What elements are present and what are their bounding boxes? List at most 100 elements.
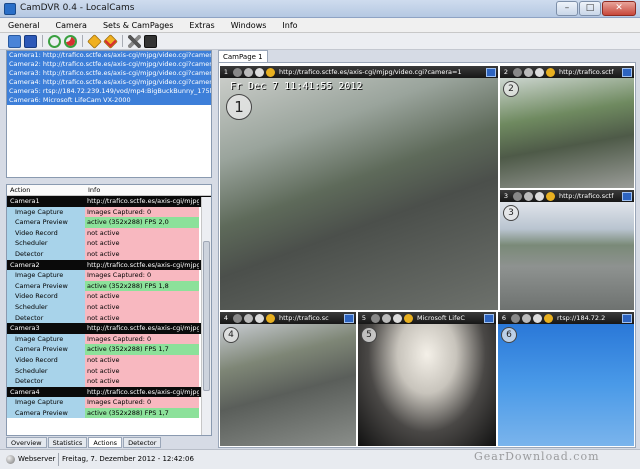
- menu-general[interactable]: General: [0, 18, 48, 32]
- view-settings-icon[interactable]: [622, 67, 632, 77]
- record-icon[interactable]: [513, 191, 522, 201]
- action-row[interactable]: Image Capture Images Captured: 0: [7, 270, 211, 281]
- camera-list-item[interactable]: Camera6: Microsoft LifeCam VX-2000: [7, 96, 211, 105]
- action-row[interactable]: Camera Preview active (352x288) FPS 1,7: [7, 407, 211, 419]
- view-badge: 6: [501, 327, 517, 343]
- camera-icon[interactable]: [382, 313, 391, 323]
- view-header: 3 http://trafico.sctf: [500, 190, 634, 202]
- action-row[interactable]: Scheduler not active: [7, 238, 211, 249]
- camera-feed-image: [220, 324, 356, 446]
- refresh-icon[interactable]: [533, 313, 542, 323]
- camera-icon[interactable]: [524, 67, 533, 77]
- warning-icon[interactable]: [87, 33, 102, 49]
- refresh-stop-icon[interactable]: [64, 34, 77, 48]
- warning-icon[interactable]: [404, 313, 413, 323]
- warning-stop-icon[interactable]: [103, 33, 118, 49]
- menu-sets-campages[interactable]: Sets & CamPages: [95, 18, 181, 32]
- camera-row[interactable]: Camera4 http://trafico.sctfe.es/axis-cgi/…: [7, 386, 211, 398]
- action-row[interactable]: Detector not active: [7, 312, 211, 324]
- refresh-icon[interactable]: [255, 67, 264, 77]
- record-icon[interactable]: [371, 313, 380, 323]
- camera-view-5[interactable]: 5 Microsoft LifeC 5: [358, 312, 496, 446]
- action-row[interactable]: Image Capture Images Captured: 0: [7, 397, 211, 408]
- action-row[interactable]: Camera Preview active (352x288) FPS 1,7: [7, 344, 211, 355]
- camera-view-4[interactable]: 4 http://trafico.sc 4: [220, 312, 356, 446]
- view-url: http://trafico.sctf: [559, 192, 614, 200]
- refresh-icon[interactable]: [535, 191, 544, 201]
- camera-view-1[interactable]: 1 http://trafico.sctfe.es/axis-cgi/mjpg/…: [220, 66, 498, 310]
- actions-rows: Camera1 http://trafico.sctfe.es/axis-cgi/…: [7, 196, 211, 419]
- tools-icon[interactable]: [128, 34, 141, 48]
- action-row[interactable]: Image Capture Images Captured: 0: [7, 333, 211, 345]
- camera-icon[interactable]: [524, 191, 533, 201]
- action-row[interactable]: Camera Preview active (352x288) FPS 2,0: [7, 217, 211, 228]
- action-row[interactable]: Image Capture Images Captured: 0: [7, 206, 211, 218]
- tab-statistics[interactable]: Statistics: [47, 437, 88, 448]
- warning-icon[interactable]: [546, 191, 555, 201]
- record-icon[interactable]: [233, 313, 242, 323]
- menu-extras[interactable]: Extras: [181, 18, 222, 32]
- camera-row[interactable]: Camera3 http://trafico.sctfe.es/axis-cgi/…: [7, 323, 211, 334]
- camera-row[interactable]: Camera2 http://trafico.sctfe.es/axis-cgi/…: [7, 259, 211, 271]
- tab-overview[interactable]: Overview: [6, 437, 47, 448]
- view-settings-icon[interactable]: [344, 313, 354, 323]
- action-row[interactable]: Detector not active: [7, 376, 211, 387]
- webserver-icon[interactable]: [6, 455, 15, 464]
- info-cell: not active: [85, 248, 199, 260]
- warning-icon[interactable]: [544, 313, 553, 323]
- warning-icon[interactable]: [546, 67, 555, 77]
- camera-row[interactable]: Camera1 http://trafico.sctfe.es/axis-cgi/…: [7, 196, 211, 207]
- warning-icon[interactable]: [266, 67, 275, 77]
- view-settings-icon[interactable]: [484, 313, 494, 323]
- column-header-info[interactable]: Info: [85, 185, 100, 195]
- menu-info[interactable]: Info: [274, 18, 305, 32]
- camera-list-item[interactable]: Camera2: http://trafico.sctfe.es/axis-cg…: [7, 60, 211, 69]
- tab-actions[interactable]: Actions: [88, 437, 123, 448]
- info-cell: Images Captured: 0: [85, 206, 199, 218]
- camera-view-6[interactable]: 6 rtsp://184.72.2 6: [498, 312, 634, 446]
- save-icon[interactable]: [24, 34, 37, 48]
- record-icon[interactable]: [511, 313, 520, 323]
- refresh-icon[interactable]: [255, 313, 264, 323]
- refresh-icon[interactable]: [535, 67, 544, 77]
- actions-scrollbar[interactable]: [201, 197, 211, 435]
- refresh-icon[interactable]: [393, 313, 402, 323]
- view-settings-icon[interactable]: [622, 191, 632, 201]
- film-icon[interactable]: [144, 34, 157, 48]
- action-row[interactable]: Video Record not active: [7, 227, 211, 239]
- camera-list-item[interactable]: Camera3: http://trafico.sctfe.es/axis-cg…: [7, 69, 211, 78]
- refresh-icon[interactable]: [48, 34, 61, 48]
- tab-detector[interactable]: Detector: [123, 437, 162, 448]
- view-number: 1: [223, 68, 229, 76]
- camera-view-2[interactable]: 2 http://trafico.sctf 2: [500, 66, 634, 188]
- info-cell: not active: [85, 291, 199, 302]
- camera-list-item[interactable]: Camera1: http://trafico.sctfe.es/axis-cg…: [7, 51, 211, 60]
- menu-camera[interactable]: Camera: [48, 18, 95, 32]
- scrollbar-thumb[interactable]: [203, 241, 210, 391]
- camera-list-item[interactable]: Camera5: rtsp://184.72.239.149/vod/mp4:B…: [7, 87, 211, 96]
- action-row[interactable]: Video Record not active: [7, 291, 211, 302]
- maximize-button[interactable]: □: [579, 1, 601, 16]
- camera-icon[interactable]: [522, 313, 531, 323]
- record-icon[interactable]: [233, 67, 242, 77]
- action-row[interactable]: Scheduler not active: [7, 365, 211, 377]
- camera-view-3[interactable]: 3 http://trafico.sctf 3: [500, 190, 634, 310]
- action-row[interactable]: Camera Preview active (352x288) FPS 1,8: [7, 280, 211, 292]
- action-row[interactable]: Scheduler not active: [7, 301, 211, 313]
- action-row[interactable]: Detector not active: [7, 248, 211, 260]
- action-cell: Image Capture: [7, 270, 85, 281]
- view-settings-icon[interactable]: [622, 313, 632, 323]
- close-button[interactable]: ✕: [602, 1, 636, 16]
- camera-list-item[interactable]: Camera4: http://trafico.sctfe.es/axis-cg…: [7, 78, 211, 87]
- minimize-button[interactable]: –: [556, 1, 578, 16]
- camera-icon[interactable]: [244, 67, 253, 77]
- column-header-action[interactable]: Action: [7, 185, 85, 195]
- record-icon[interactable]: [513, 67, 522, 77]
- warning-icon[interactable]: [266, 313, 275, 323]
- actions-table: Action Info Camera1 http://trafico.sctfe.…: [6, 184, 212, 436]
- action-row[interactable]: Video Record not active: [7, 354, 211, 366]
- monitor-icon[interactable]: [8, 34, 21, 48]
- menu-windows[interactable]: Windows: [223, 18, 275, 32]
- camera-icon[interactable]: [244, 313, 253, 323]
- view-settings-icon[interactable]: [486, 67, 496, 77]
